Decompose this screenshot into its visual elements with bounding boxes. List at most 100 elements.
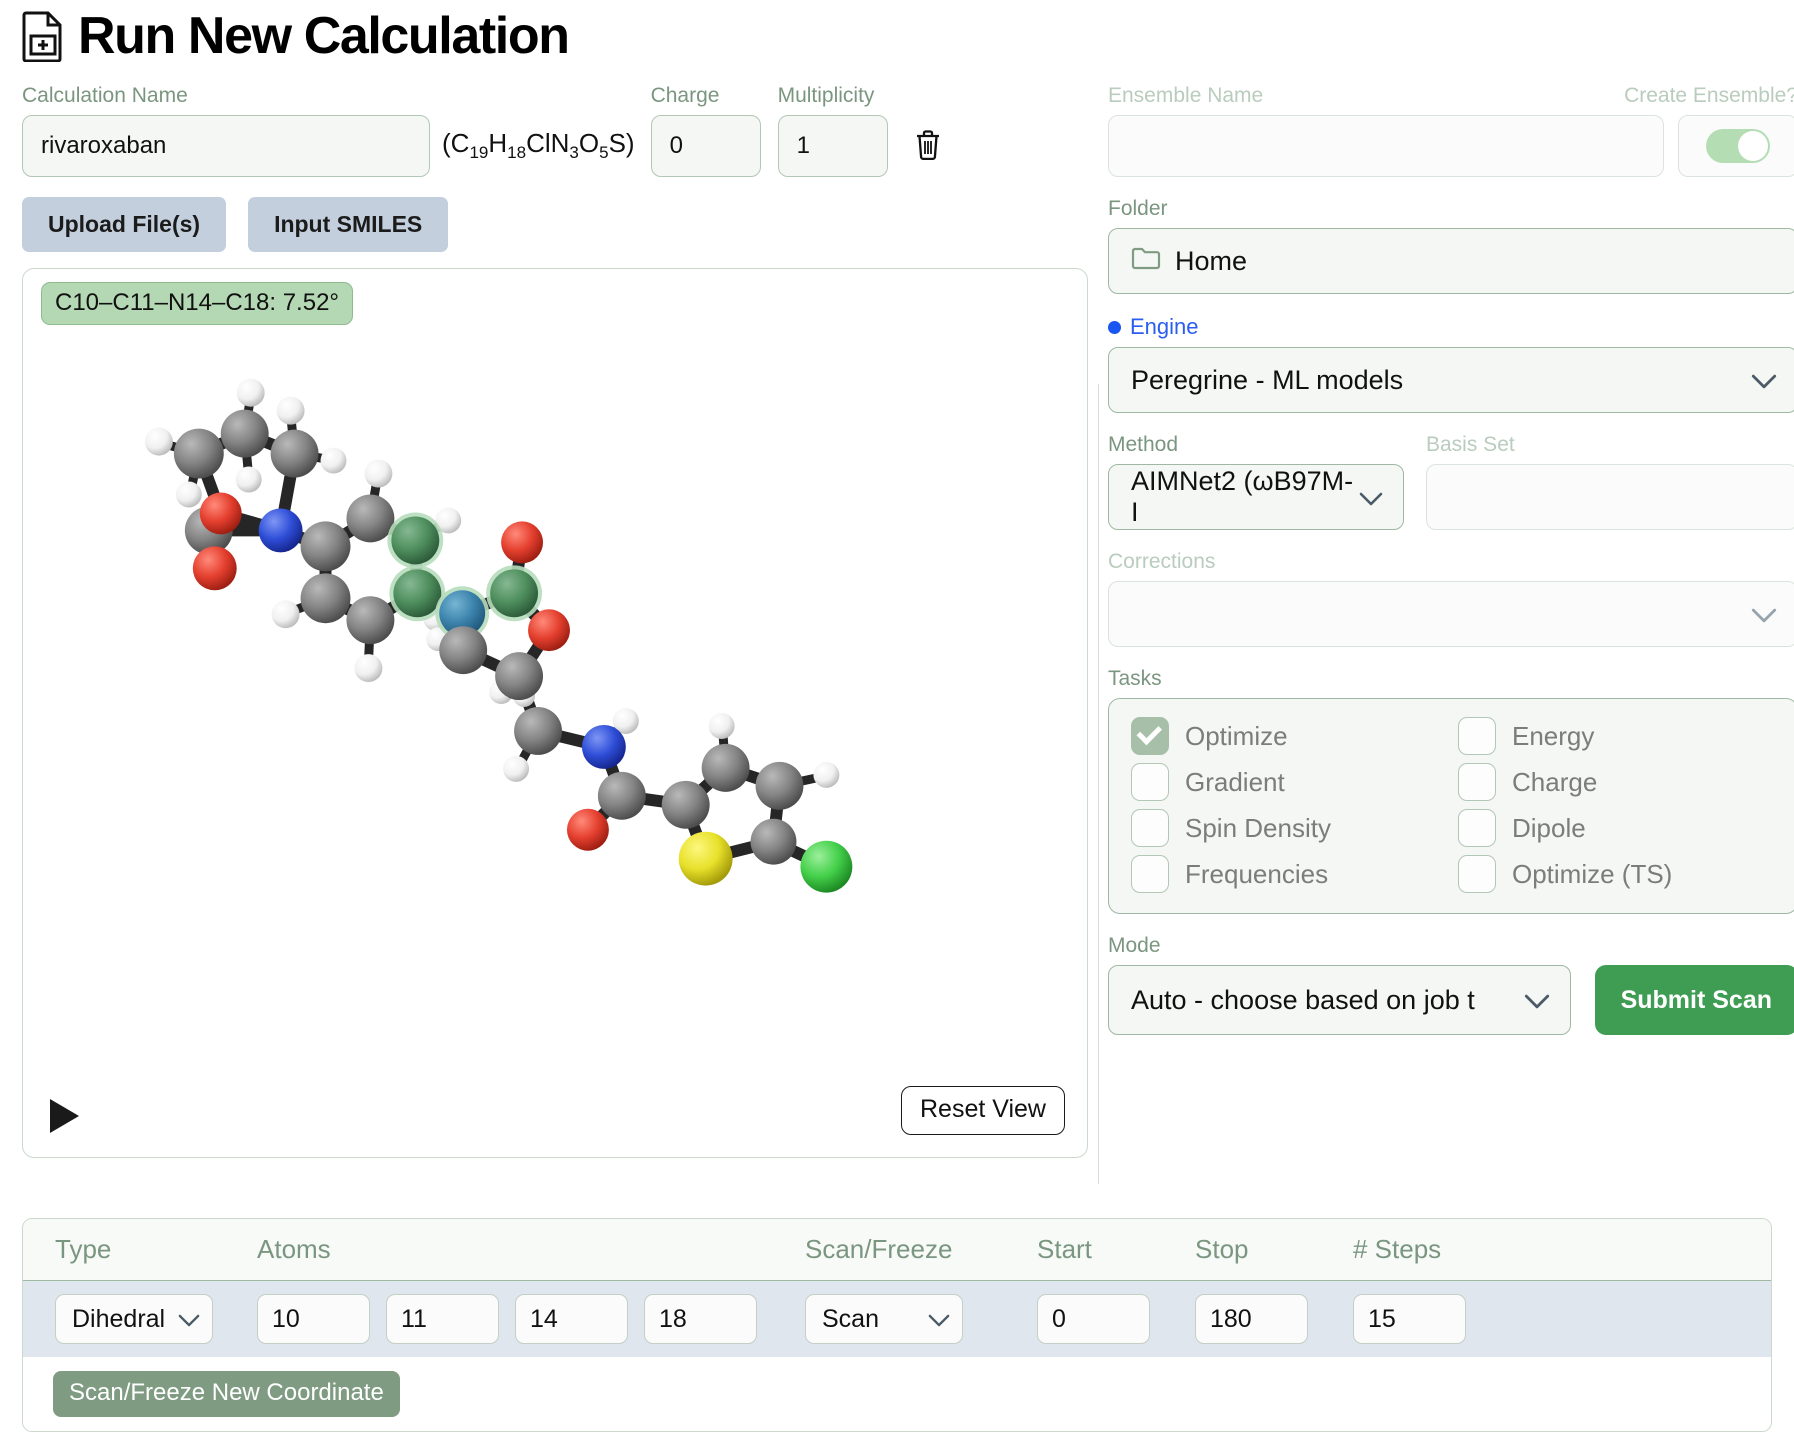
cell-atoms: 10 11 14 18 xyxy=(257,1294,805,1344)
engine-status-dot-icon xyxy=(1108,320,1121,334)
task-label: Dipole xyxy=(1512,812,1586,843)
header-scan-freeze: Scan/Freeze xyxy=(805,1234,953,1264)
header-start: Start xyxy=(1037,1234,1092,1264)
vertical-rule xyxy=(1097,384,1099,1184)
add-coordinate-row: Scan/Freeze New Coordinate xyxy=(23,1357,1771,1431)
corrections-section: Corrections xyxy=(1108,550,1794,647)
task-spin-density[interactable]: Spin Density xyxy=(1131,809,1448,847)
molecule-3d-render xyxy=(144,378,853,893)
chevron-down-icon xyxy=(1751,367,1777,393)
create-ensemble-field xyxy=(1678,115,1794,177)
engine-value: Peregrine - ML models xyxy=(1131,364,1404,395)
task-optimize[interactable]: Optimize xyxy=(1131,717,1448,755)
engine-select[interactable]: Peregrine - ML models xyxy=(1108,347,1794,413)
chevron-down-icon xyxy=(928,1305,950,1334)
task-charge[interactable]: Charge xyxy=(1458,763,1775,801)
mode-submit-row: Mode Auto - choose based on job t Submit… xyxy=(1108,934,1794,1035)
method-label: Method xyxy=(1108,433,1179,456)
right-column: Ensemble Name Create Ensemble? Folder Ho… xyxy=(1108,84,1794,1184)
charge-input[interactable]: 0 xyxy=(650,115,761,177)
atom-index-input-2[interactable]: 11 xyxy=(386,1294,499,1344)
mode-label: Mode xyxy=(1108,934,1161,957)
document-plus-icon xyxy=(22,10,64,63)
method-block: Method AIMNet2 (ωB97M-I xyxy=(1108,433,1404,530)
task-energy[interactable]: Energy xyxy=(1458,717,1775,755)
coordinates-header-row: Type Atoms Scan/Freeze Start Stop # Step… xyxy=(23,1219,1771,1281)
play-animation-button[interactable] xyxy=(47,1097,81,1135)
submit-scan-button[interactable]: Submit Scan xyxy=(1594,965,1794,1035)
add-scan-freeze-coordinate-button[interactable]: Scan/Freeze New Coordinate xyxy=(53,1371,400,1417)
checkbox-icon[interactable] xyxy=(1131,855,1169,893)
task-label: Energy xyxy=(1512,720,1595,751)
identity-row: Calculation Name rivaroxaban (C19H18ClN3… xyxy=(22,84,1088,177)
cell-start: 0 xyxy=(1037,1294,1195,1344)
left-column: Calculation Name rivaroxaban (C19H18ClN3… xyxy=(22,84,1088,1184)
scan-freeze-value: Scan xyxy=(822,1304,879,1333)
scan-steps-input[interactable]: 15 xyxy=(1353,1294,1466,1344)
cell-type: Dihedral xyxy=(23,1294,257,1344)
task-gradient[interactable]: Gradient xyxy=(1131,763,1448,801)
basis-set-label: Basis Set xyxy=(1426,433,1515,456)
checkbox-icon[interactable] xyxy=(1131,717,1169,755)
atom-index-input-4[interactable]: 18 xyxy=(644,1294,757,1344)
task-label: Gradient xyxy=(1185,766,1285,797)
table-row: Dihedral 10 11 14 18 Scan 0 180 15 xyxy=(23,1281,1771,1357)
toggle-track xyxy=(1706,129,1770,163)
heavy-atoms xyxy=(173,409,853,893)
mode-block: Mode Auto - choose based on job t xyxy=(1108,934,1571,1035)
corrections-select[interactable] xyxy=(1108,581,1794,647)
corrections-label: Corrections xyxy=(1108,550,1216,573)
charge-block: Charge 0 xyxy=(650,84,761,177)
checkbox-icon[interactable] xyxy=(1458,763,1496,801)
task-dipole[interactable]: Dipole xyxy=(1458,809,1775,847)
atom-index-input-1[interactable]: 10 xyxy=(257,1294,370,1344)
delete-molecule-button[interactable] xyxy=(905,115,951,177)
task-frequencies[interactable]: Frequencies xyxy=(1131,855,1448,893)
chevron-down-icon xyxy=(178,1305,200,1334)
charge-label: Charge xyxy=(650,84,720,107)
multiplicity-label: Multiplicity xyxy=(777,84,875,107)
scan-start-input[interactable]: 0 xyxy=(1037,1294,1150,1344)
coordinate-type-select[interactable]: Dihedral xyxy=(55,1294,213,1344)
folder-label: Folder xyxy=(1108,197,1168,220)
create-ensemble-label: Create Ensemble? xyxy=(1624,84,1794,107)
header-stop: Stop xyxy=(1195,1234,1249,1264)
reset-view-button[interactable]: Reset View xyxy=(901,1086,1065,1135)
mode-value: Auto - choose based on job t xyxy=(1131,984,1475,1015)
calculation-name-input[interactable]: rivaroxaban xyxy=(22,115,430,177)
tasks-panel: Optimize Energy Gradient Charge Spin Den… xyxy=(1108,698,1794,914)
ensemble-name-label: Ensemble Name xyxy=(1108,84,1264,107)
create-ensemble-toggle[interactable] xyxy=(1678,115,1794,177)
checkbox-icon[interactable] xyxy=(1458,809,1496,847)
scan-freeze-select[interactable]: Scan xyxy=(805,1294,963,1344)
input-smiles-button[interactable]: Input SMILES xyxy=(248,197,449,252)
cell-scan-freeze: Scan xyxy=(805,1294,1037,1344)
upload-files-button[interactable]: Upload File(s) xyxy=(22,197,227,252)
basis-set-input[interactable] xyxy=(1426,464,1794,530)
engine-label: Engine xyxy=(1108,314,1794,340)
task-optimize-ts[interactable]: Optimize (TS) xyxy=(1458,855,1775,893)
molecule-viewer[interactable]: C10–C11–N14–C18: 7.52° Reset View xyxy=(22,268,1088,1158)
basis-set-block: Basis Set xyxy=(1426,433,1794,530)
atom-index-input-3[interactable]: 14 xyxy=(515,1294,628,1344)
ensemble-row xyxy=(1108,115,1794,177)
checkbox-icon[interactable] xyxy=(1131,809,1169,847)
header-steps: # Steps xyxy=(1353,1234,1442,1264)
ensemble-name-input[interactable] xyxy=(1108,115,1664,177)
multiplicity-block: Multiplicity 1 xyxy=(777,84,888,177)
scan-stop-input[interactable]: 180 xyxy=(1195,1294,1308,1344)
ensemble-labels: Ensemble Name Create Ensemble? xyxy=(1108,84,1794,115)
calculation-name-label: Calculation Name xyxy=(22,84,188,107)
engine-label-text: Engine xyxy=(1130,314,1199,339)
method-basis-row: Method AIMNet2 (ωB97M-I Basis Set xyxy=(1108,433,1794,530)
method-select[interactable]: AIMNet2 (ωB97M-I xyxy=(1108,464,1404,530)
checkbox-icon[interactable] xyxy=(1458,855,1496,893)
scan-coordinates-panel: Type Atoms Scan/Freeze Start Stop # Step… xyxy=(22,1218,1772,1432)
multiplicity-input[interactable]: 1 xyxy=(777,115,888,177)
mode-select[interactable]: Auto - choose based on job t xyxy=(1108,965,1571,1035)
folder-select[interactable]: Home xyxy=(1108,228,1794,294)
checkbox-icon[interactable] xyxy=(1131,763,1169,801)
header-atoms: Atoms xyxy=(257,1234,331,1264)
trash-icon xyxy=(913,128,943,165)
checkbox-icon[interactable] xyxy=(1458,717,1496,755)
